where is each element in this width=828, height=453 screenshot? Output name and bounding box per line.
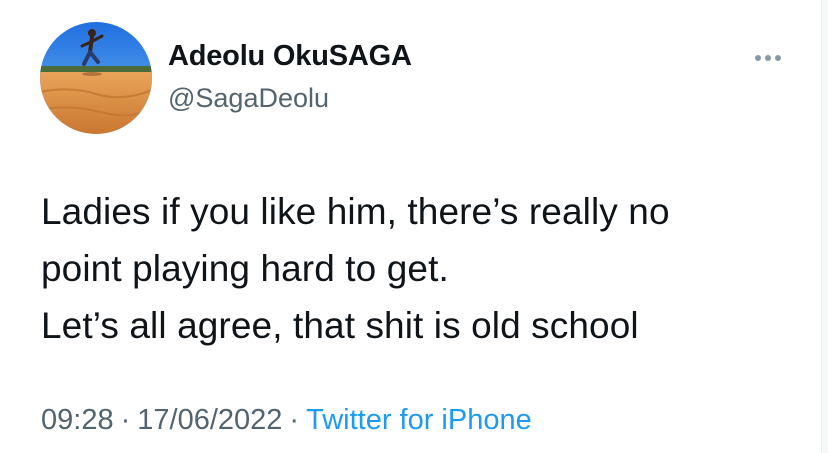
tweet-date[interactable]: 17/06/2022 — [137, 404, 282, 436]
tweet-line: point playing hard to get. — [41, 248, 449, 289]
dot — [765, 55, 771, 61]
dot — [755, 55, 761, 61]
more-dots-icon[interactable] — [748, 44, 788, 72]
avatar[interactable] — [40, 22, 152, 134]
tweet-time[interactable]: 09:28 — [41, 404, 114, 436]
dot — [775, 55, 781, 61]
tweet-line: Let’s all agree, that shit is old school — [41, 305, 639, 346]
tweet-text: Ladies if you like him, there’s really n… — [41, 183, 801, 354]
meta-separator: · — [289, 404, 300, 436]
meta-separator: · — [120, 404, 131, 436]
avatar-photo-icon — [40, 22, 152, 134]
author-handle[interactable]: @SagaDeolu — [168, 83, 329, 114]
tweet-line: Ladies if you like him, there’s really n… — [41, 191, 670, 232]
author-display-name[interactable]: Adeolu OkuSAGA — [168, 40, 412, 73]
scroll-edge — [821, 0, 828, 453]
tweet-source-link[interactable]: Twitter for iPhone — [306, 404, 532, 436]
tweet-meta: 09:28 · 17/06/2022 · Twitter for iPhone — [41, 404, 532, 437]
